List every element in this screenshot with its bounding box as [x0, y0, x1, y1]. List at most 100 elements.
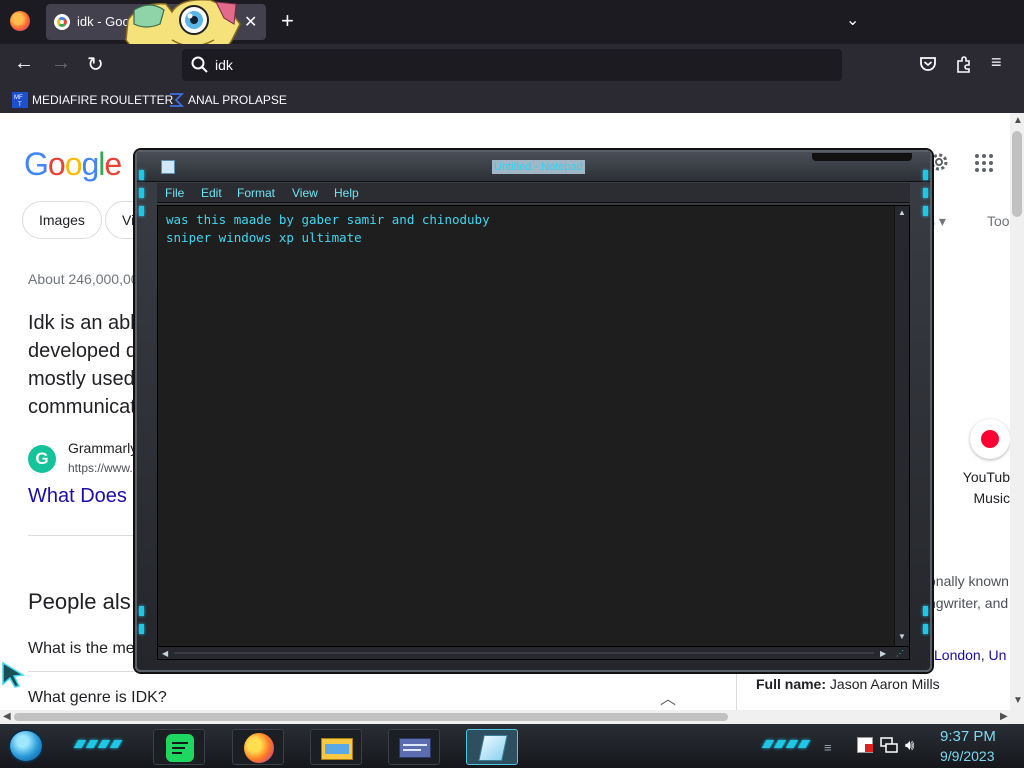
google-favicon-icon	[54, 14, 70, 30]
alert-badge	[865, 744, 873, 752]
hamburger-menu-icon[interactable]: ≡	[991, 52, 1002, 73]
knowledge-panel-text: ngwriter, and	[928, 595, 1009, 611]
frame-light	[139, 188, 144, 198]
scroll-right-arrow-icon[interactable]: ▶	[880, 649, 886, 658]
back-arrow-icon[interactable]: ←	[14, 52, 34, 75]
youtube-music-icon[interactable]	[970, 419, 1010, 459]
clock-date[interactable]: 9/9/2023	[940, 748, 995, 764]
scrollbar-track	[174, 652, 874, 654]
notepad-app-icon[interactable]	[161, 160, 175, 174]
bookmark-mediafire[interactable]: MF T MEDIAFIRE ROULETTER	[12, 91, 173, 109]
frame-light	[139, 624, 144, 634]
menu-edit[interactable]: Edit	[201, 186, 222, 200]
frame-light	[139, 206, 144, 216]
file-explorer-icon-panel	[325, 744, 349, 754]
bookmarks-toolbar: MF T MEDIAFIRE ROULETTER ANAL PROLAPSE	[0, 86, 1024, 113]
knowledge-panel-fullname: Full name: Jason Aaron Mills	[756, 676, 940, 692]
taskbar-light	[785, 740, 799, 748]
taskbar-app-window[interactable]	[388, 729, 440, 765]
paa-question[interactable]: What is the me	[28, 640, 135, 658]
spotify-icon-line	[172, 742, 188, 744]
scroll-down-arrow-icon[interactable]: ▼	[898, 632, 906, 641]
scroll-left-arrow-icon[interactable]: ◀	[3, 711, 11, 722]
clock-time[interactable]: 9:37 PM	[940, 728, 996, 745]
scroll-right-arrow-icon[interactable]: ▶	[1000, 711, 1008, 722]
reload-icon[interactable]: ↻	[87, 52, 104, 77]
bookmark-label: MEDIAFIRE ROULETTER	[32, 93, 174, 107]
notepad-icon	[478, 735, 508, 761]
frame-light	[923, 188, 928, 198]
tools-button[interactable]: Too	[987, 213, 1010, 229]
scroll-up-arrow-icon[interactable]: ▲	[898, 208, 906, 217]
grammarly-logo-icon: G	[28, 445, 56, 473]
window-manager-icon-line	[403, 744, 427, 746]
window-title: Untitled - Notepad	[492, 160, 585, 174]
notepad-content[interactable]: was this maade by gaber samir and chinod…	[166, 211, 490, 247]
bookmark-sigma[interactable]: ANAL PROLAPSE	[168, 91, 287, 109]
address-bar[interactable]: idk	[182, 49, 842, 81]
address-text[interactable]: idk	[215, 57, 233, 73]
page-horizontal-scrollbar[interactable]: ◀ ▶	[0, 710, 1024, 724]
pocket-icon[interactable]	[919, 55, 937, 73]
taskbar-app-firefox[interactable]	[232, 729, 284, 765]
extensions-puzzle-icon[interactable]	[955, 55, 973, 73]
snippet-line: developed di	[28, 340, 142, 362]
firefox-menu-icon[interactable]	[10, 11, 30, 31]
scrollbar-thumb[interactable]	[14, 713, 728, 721]
resize-grip-icon[interactable]: ⋰	[896, 649, 904, 658]
spotify-icon-line	[172, 747, 185, 749]
scroll-down-arrow-icon[interactable]: ▼	[1013, 695, 1023, 706]
tab-list-chevron-icon[interactable]: ⌄	[846, 10, 859, 30]
notepad-window[interactable]: Untitled - Notepad File Edit Format View…	[135, 150, 932, 672]
window-manager-icon-line	[403, 749, 421, 751]
frame-light	[923, 606, 928, 616]
notepad-horizontal-scrollbar[interactable]: ◀ ▶ ⋰	[157, 646, 910, 660]
menu-file[interactable]: File	[165, 186, 184, 200]
taskbar-app-explorer[interactable]	[310, 729, 362, 765]
navigation-toolbar: ← → ↻ idk ≡	[0, 44, 1024, 86]
taskbar-light	[761, 740, 775, 748]
scroll-up-arrow-icon[interactable]: ▲	[1013, 115, 1023, 126]
taskbar-light	[773, 740, 787, 748]
menu-help[interactable]: Help	[334, 186, 359, 200]
new-tab-icon[interactable]: +	[281, 8, 294, 34]
apps-grid-icon[interactable]	[974, 153, 994, 173]
volume-icon[interactable]: 🔊︎	[905, 737, 914, 754]
snippet-line: Idk is an abb	[28, 312, 142, 334]
taskbar-app-notepad[interactable]	[466, 729, 518, 765]
page-vertical-scrollbar[interactable]: ▲ ▼	[1010, 113, 1024, 710]
knowledge-panel-location[interactable]: London, Un	[934, 647, 1006, 663]
frame-light	[139, 606, 144, 616]
notepad-text-area[interactable]: was this maade by gaber samir and chinod…	[157, 205, 910, 647]
frame-light	[139, 170, 144, 180]
google-logo[interactable]: Google	[24, 146, 122, 183]
result-title-link[interactable]: What Does “	[28, 485, 139, 508]
search-icon	[191, 56, 208, 73]
scrollbar-thumb[interactable]	[1012, 131, 1022, 217]
network-icon[interactable]	[880, 737, 898, 753]
menu-view[interactable]: View	[292, 186, 318, 200]
taskbar-app-spotify[interactable]	[153, 729, 205, 765]
action-center-flag-icon[interactable]	[857, 737, 873, 753]
frame-light	[923, 624, 928, 634]
notepad-titlebar[interactable]: Untitled - Notepad	[137, 152, 930, 182]
scroll-left-arrow-icon[interactable]: ◀	[162, 649, 168, 658]
source-name[interactable]: Grammarly	[68, 440, 137, 456]
youtube-music-label[interactable]: YouTub Music	[940, 467, 1010, 509]
chevron-up-icon[interactable]: ︿	[660, 685, 676, 709]
svg-text:T: T	[18, 102, 22, 108]
firefox-icon	[244, 733, 274, 763]
chip-images[interactable]: Images	[22, 201, 102, 239]
forward-arrow-icon[interactable]: →	[51, 52, 71, 75]
notepad-vertical-scrollbar[interactable]: ▲ ▼	[894, 206, 909, 646]
tab-close-icon[interactable]: ✕	[244, 12, 257, 32]
taskbar-light	[73, 740, 87, 748]
frame-light	[923, 170, 928, 180]
paa-question[interactable]: What genre is IDK?	[28, 689, 167, 707]
sigma-icon	[170, 93, 184, 107]
start-orb-button[interactable]	[8, 729, 44, 763]
source-url[interactable]: https://www.g	[68, 461, 139, 475]
menu-format[interactable]: Format	[237, 186, 275, 200]
taskbar-light	[97, 740, 111, 748]
tray-expand-icon[interactable]: ≡	[824, 740, 832, 755]
